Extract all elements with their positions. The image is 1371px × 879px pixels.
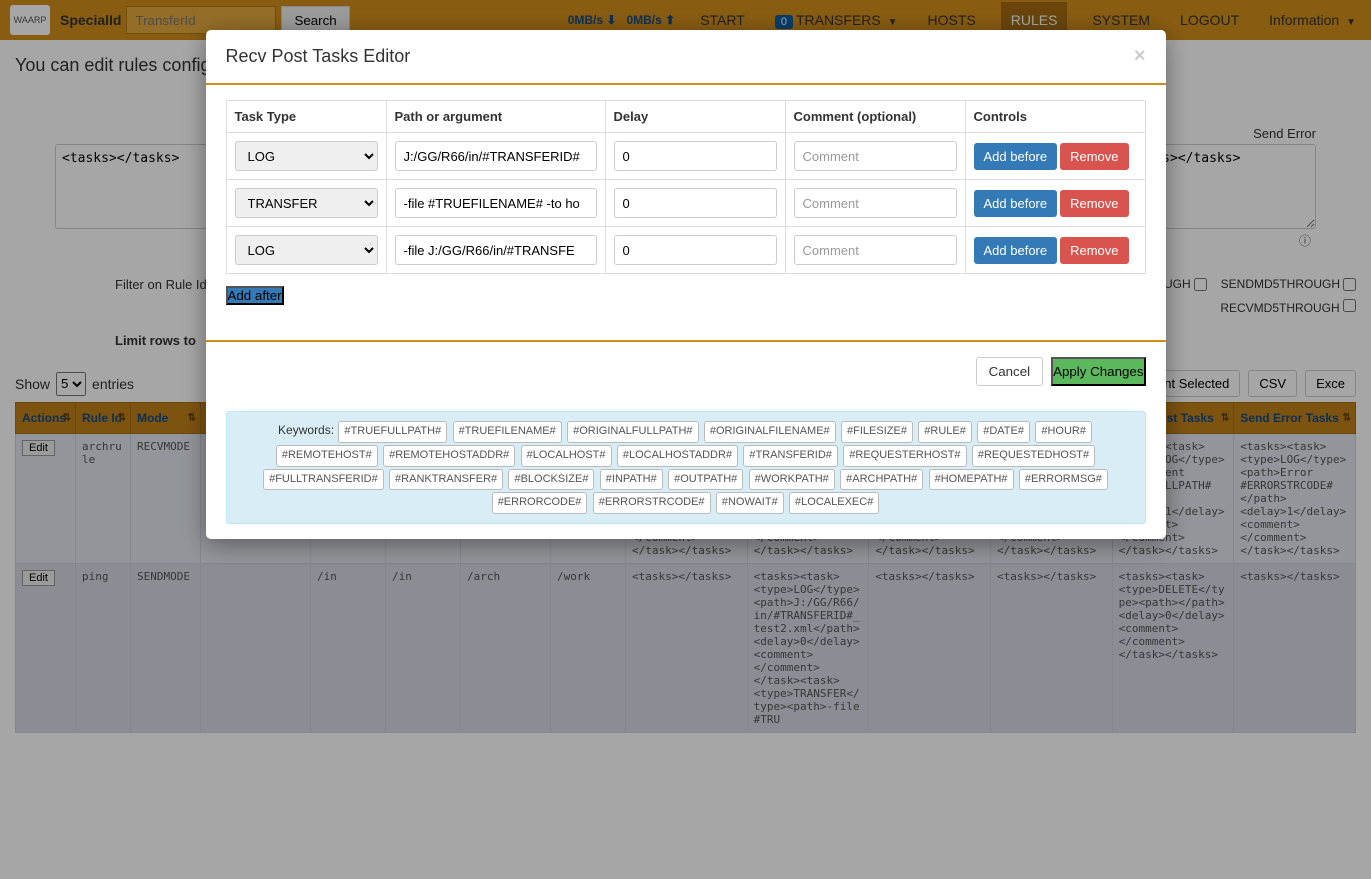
keyword-token[interactable]: #HOMEPATH# <box>929 469 1014 491</box>
keyword-token[interactable]: #TRANSFERID# <box>743 445 838 467</box>
add-before-button[interactable]: Add before <box>974 237 1058 264</box>
keyword-token[interactable]: #FILESIZE# <box>841 421 913 443</box>
keyword-token[interactable]: #ERRORCODE# <box>492 492 588 514</box>
apply-changes-button[interactable]: Apply Changes <box>1051 357 1145 386</box>
keyword-token[interactable]: #BLOCKSIZE# <box>508 469 594 491</box>
keyword-token[interactable]: #ERRORSTRCODE# <box>593 492 711 514</box>
add-before-button[interactable]: Add before <box>974 190 1058 217</box>
task-delay-input[interactable] <box>614 188 777 218</box>
task-column-header: Comment (optional) <box>785 101 965 133</box>
task-row: LOG Add beforeRemove <box>226 133 1145 180</box>
task-column-header: Delay <box>605 101 785 133</box>
tasks-editor-modal: Recv Post Tasks Editor × Task TypePath o… <box>206 30 1166 539</box>
keyword-token[interactable]: #REQUESTEDHOST# <box>972 445 1095 467</box>
task-delay-input[interactable] <box>614 141 777 171</box>
keyword-token[interactable]: #HOUR# <box>1035 421 1092 443</box>
keyword-token[interactable]: #LOCALEXEC# <box>789 492 879 514</box>
task-type-select[interactable]: TRANSFER <box>235 188 378 218</box>
task-type-select[interactable]: LOG <box>235 141 378 171</box>
keywords-label: Keywords: <box>278 423 334 437</box>
keyword-token[interactable]: #REMOTEHOSTADDR# <box>383 445 515 467</box>
keyword-token[interactable]: #TRUEFILENAME# <box>453 421 562 443</box>
task-column-header: Controls <box>965 101 1145 133</box>
task-comment-input[interactable] <box>794 188 957 218</box>
remove-task-button[interactable]: Remove <box>1060 143 1128 170</box>
keyword-token[interactable]: #REQUESTERHOST# <box>843 445 966 467</box>
keyword-token[interactable]: #FULLTRANSFERID# <box>263 469 384 491</box>
keyword-token[interactable]: #LOCALHOST# <box>521 445 612 467</box>
task-column-header: Path or argument <box>386 101 605 133</box>
cancel-button[interactable]: Cancel <box>976 357 1044 386</box>
keyword-token[interactable]: #RULE# <box>918 421 972 443</box>
task-comment-input[interactable] <box>794 235 957 265</box>
task-path-input[interactable] <box>395 188 597 218</box>
keyword-token[interactable]: #NOWAIT# <box>716 492 784 514</box>
task-comment-input[interactable] <box>794 141 957 171</box>
keyword-token[interactable]: #LOCALHOSTADDR# <box>617 445 738 467</box>
remove-task-button[interactable]: Remove <box>1060 190 1128 217</box>
task-type-select[interactable]: LOG <box>235 235 378 265</box>
keyword-token[interactable]: #ARCHPATH# <box>840 469 923 491</box>
keyword-token[interactable]: #INPATH# <box>600 469 663 491</box>
task-table: Task TypePath or argumentDelayComment (o… <box>226 100 1146 274</box>
task-row: TRANSFER Add beforeRemove <box>226 180 1145 227</box>
keyword-token[interactable]: #WORKPATH# <box>749 469 835 491</box>
modal-title: Recv Post Tasks Editor <box>226 46 411 67</box>
keyword-token[interactable]: #ERRORMSG# <box>1019 469 1108 491</box>
task-path-input[interactable] <box>395 141 597 171</box>
keyword-token[interactable]: #ORIGINALFULLPATH# <box>567 421 698 443</box>
keyword-token[interactable]: #ORIGINALFILENAME# <box>704 421 836 443</box>
task-delay-input[interactable] <box>614 235 777 265</box>
keywords-panel: Keywords: #TRUEFULLPATH# #TRUEFILENAME# … <box>226 411 1146 524</box>
task-row: LOG Add beforeRemove <box>226 227 1145 274</box>
task-column-header: Task Type <box>226 101 386 133</box>
keyword-token[interactable]: #OUTPATH# <box>668 469 743 491</box>
keyword-token[interactable]: #DATE# <box>977 421 1030 443</box>
modal-close-icon[interactable]: × <box>1134 45 1146 68</box>
keyword-token[interactable]: #REMOTEHOST# <box>276 445 378 467</box>
keyword-token[interactable]: #TRUEFULLPATH# <box>338 421 447 443</box>
remove-task-button[interactable]: Remove <box>1060 237 1128 264</box>
task-path-input[interactable] <box>395 235 597 265</box>
keyword-token[interactable]: #RANKTRANSFER# <box>389 469 503 491</box>
add-after-button[interactable]: Add after <box>226 286 284 305</box>
add-before-button[interactable]: Add before <box>974 143 1058 170</box>
